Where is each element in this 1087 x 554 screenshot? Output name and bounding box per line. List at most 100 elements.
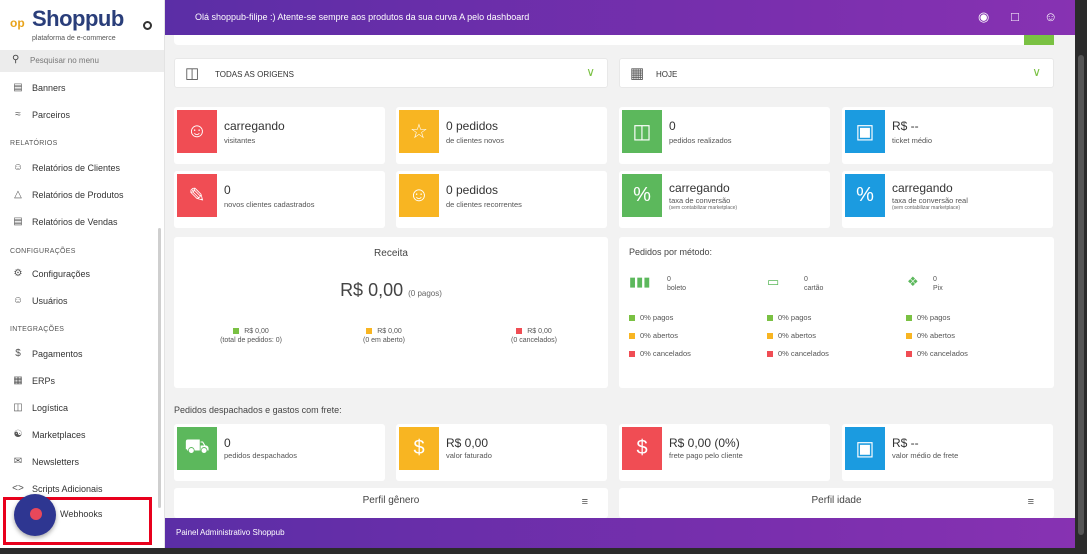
boleto-cancelados: 0% cancelados xyxy=(629,349,691,358)
sidebar-item-relatorios-produtos[interactable]: △ Relatórios de Produtos xyxy=(0,185,164,205)
sidebar-item-label: Pagamentos xyxy=(32,349,83,359)
delivery-icon: ⛟ xyxy=(177,427,217,470)
age-profile-panel: Perfil idade ≡ xyxy=(619,488,1054,518)
menu-search-input[interactable]: ⚲ Pesquisar no menu xyxy=(0,50,164,72)
sidebar-item-banners[interactable]: ▤ Banners xyxy=(0,78,164,98)
scrollbar-thumb[interactable] xyxy=(1078,55,1084,535)
sidebar-item-pagamentos[interactable]: $ Pagamentos xyxy=(0,344,164,364)
revenue-total: R$ 0,00 (0 pagos) xyxy=(174,280,608,301)
card-taxa-conversao: % carregando taxa de conversão (sem cont… xyxy=(619,171,830,228)
cartao-pagos: 0% pagos xyxy=(767,313,811,322)
method-count: 0 xyxy=(804,276,808,283)
sidebar-item-relatorios-clientes[interactable]: ☺ Relatórios de Clientes xyxy=(0,158,164,178)
status-swatch xyxy=(629,351,635,358)
period-filter-select[interactable]: ▦ HOJE ∨ xyxy=(619,58,1054,88)
sidebar-scrollbar[interactable] xyxy=(158,228,161,508)
card-frete-cliente: $ R$ 0,00 (0%) frete pago pelo cliente xyxy=(619,424,830,481)
method-boleto: 0 boleto xyxy=(667,275,686,293)
legend-note: (0 cancelados) xyxy=(511,337,557,344)
card-novos-clientes: ✎ 0 novos clientes cadastrados xyxy=(174,171,385,228)
card-value: R$ 0,00 (0%) xyxy=(669,436,740,450)
search-button[interactable] xyxy=(1024,35,1054,45)
sidebar-item-parceiros[interactable]: ≈ Parceiros xyxy=(0,105,164,125)
logo[interactable]: op Shoppub plataforma de e-commerce xyxy=(8,6,158,46)
avg-freight-icon: ▣ xyxy=(845,427,885,470)
erp-icon: ▦ xyxy=(13,375,23,386)
dollar-icon: $ xyxy=(15,348,21,359)
status-text: 0% pagos xyxy=(640,313,674,322)
method-name: Pix xyxy=(933,285,943,292)
legend-value: R$ 0,00 xyxy=(244,328,269,335)
revenue-panel: Receita R$ 0,00 (0 pagos) R$ 0,00 (total… xyxy=(174,237,608,388)
sidebar-item-marketplaces[interactable]: ☯ Marketplaces xyxy=(0,425,164,445)
card-label: novos clientes cadastrados xyxy=(224,200,315,209)
sidebar-item-newsletters[interactable]: ✉ Newsletters xyxy=(0,452,164,472)
conversion-real-icon: % xyxy=(845,174,885,217)
method-name: boleto xyxy=(667,285,687,292)
origin-filter-value: TODAS AS ORIGENS xyxy=(215,70,294,79)
cart-icon: ◫ xyxy=(622,110,662,153)
list-icon: ▤ xyxy=(13,216,23,227)
revenue-title: Receita xyxy=(374,248,408,259)
sidebar-toggle-icon[interactable] xyxy=(143,21,152,30)
logo-mark: op xyxy=(10,16,25,30)
box-icon: △ xyxy=(14,189,22,200)
status-text: 0% pagos xyxy=(778,313,812,322)
user-icon: ☺ xyxy=(12,295,24,306)
people-icon: ☺ xyxy=(12,162,24,173)
card-clientes-novos: ☆ 0 pedidos de clientes novos xyxy=(396,107,607,164)
sidebar-item-configuracoes[interactable]: ⚙ Configurações xyxy=(0,264,164,284)
card-label: visitantes xyxy=(224,136,256,145)
origin-filter-select[interactable]: ◫ TODAS AS ORIGENS ∨ xyxy=(174,58,608,88)
method-name: cartão xyxy=(804,285,824,292)
card-label: ticket médio xyxy=(892,136,933,145)
sidebar-item-relatorios-vendas[interactable]: ▤ Relatórios de Vendas xyxy=(0,212,164,232)
card-value: carregando xyxy=(892,181,953,195)
sidebar-item-label: Scripts Adicionais xyxy=(32,484,103,494)
status-swatch xyxy=(767,351,773,358)
chat-icon[interactable]: □ xyxy=(1011,9,1019,24)
sidebar-item-label: ERPs xyxy=(32,376,56,386)
chevron-down-icon: ∨ xyxy=(586,65,595,79)
legend-value: R$ 0,00 xyxy=(377,328,402,335)
status-swatch xyxy=(767,315,773,322)
gear-icon: ⚙ xyxy=(13,268,23,279)
card-value: R$ -- xyxy=(892,436,919,450)
pix-cancelados: 0% cancelados xyxy=(906,349,968,358)
payment-methods-panel: Pedidos por método: ▮▮▮ 0 boleto ▭ 0 cartã… xyxy=(619,237,1054,388)
sidebar-item-label: Relatórios de Clientes xyxy=(32,163,121,173)
cartao-abertos: 0% abertos xyxy=(767,331,816,340)
sidebar-item-usuarios[interactable]: ☺ Usuários xyxy=(0,291,164,311)
menu-icon[interactable]: ≡ xyxy=(1028,496,1034,508)
method-count: 0 xyxy=(933,276,937,283)
user-icon[interactable]: ☺ xyxy=(1044,9,1057,24)
status-text: 0% pagos xyxy=(917,313,951,322)
top-bar: Olá shoppub-filipe :) Atente-se sempre a… xyxy=(165,0,1075,35)
card-clientes-recorrentes: ☺ 0 pedidos de clientes recorrentes xyxy=(396,171,607,228)
calendar-icon: ▦ xyxy=(630,65,645,82)
card-note: (sem contabilizar marketplace) xyxy=(892,205,961,211)
eye-icon[interactable]: ◉ xyxy=(978,9,989,25)
card-label: frete pago pelo cliente xyxy=(669,451,743,460)
legend-note: (total de pedidos: 0) xyxy=(220,337,282,344)
card-label: de clientes recorrentes xyxy=(446,200,522,209)
menu-icon[interactable]: ≡ xyxy=(582,496,588,508)
floating-action-button[interactable] xyxy=(14,494,56,536)
card-pedidos-despachados: ⛟ 0 pedidos despachados xyxy=(174,424,385,481)
sidebar-item-erps[interactable]: ▦ ERPs xyxy=(0,371,164,391)
cartao-cancelados: 0% cancelados xyxy=(767,349,829,358)
section-title-configuracoes: CONFIGURAÇÕES xyxy=(10,248,76,255)
marketplace-icon: ☯ xyxy=(13,429,23,440)
legend-cancelled: R$ 0,00 (0 cancelados) xyxy=(494,328,574,344)
barcode-icon: ▮▮▮ xyxy=(629,274,651,289)
pix-pagos: 0% pagos xyxy=(906,313,950,322)
sidebar-item-logistica[interactable]: ◫ Logística xyxy=(0,398,164,418)
card-valor-faturado: $ R$ 0,00 valor faturado xyxy=(396,424,607,481)
page-scrollbar[interactable] xyxy=(1075,0,1087,554)
welcome-message: Olá shoppub-filipe :) Atente-se sempre a… xyxy=(195,12,530,22)
legend-note: (0 em aberto) xyxy=(362,337,406,344)
sidebar-item-label: Logística xyxy=(32,403,69,413)
card-ticket-medio: ▣ R$ -- ticket médio xyxy=(842,107,1053,164)
recurring-icon: ☺ xyxy=(399,174,439,217)
partners-icon: ≈ xyxy=(15,109,21,120)
